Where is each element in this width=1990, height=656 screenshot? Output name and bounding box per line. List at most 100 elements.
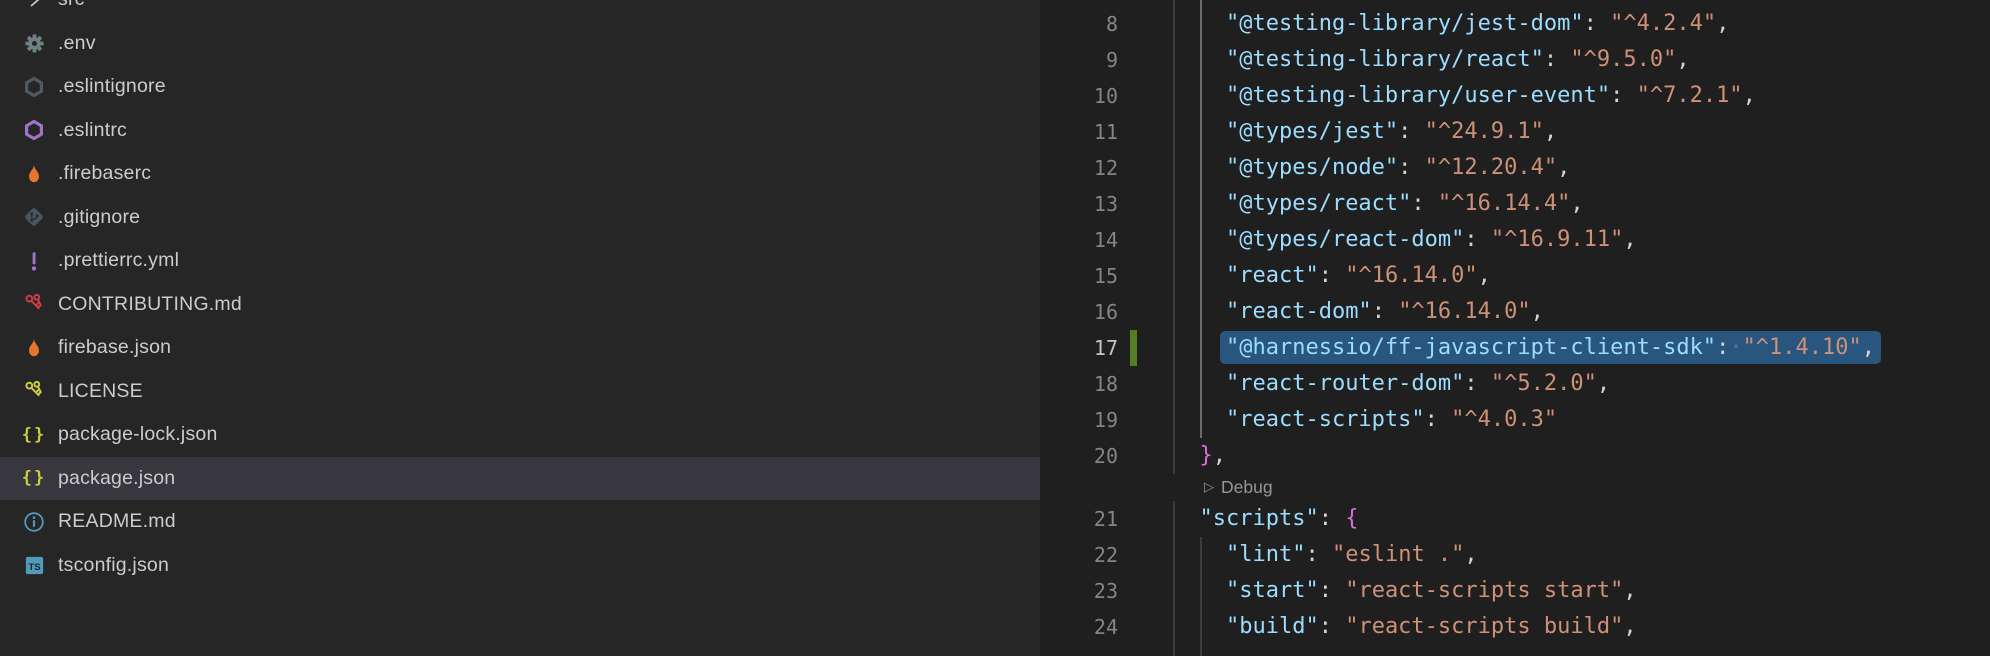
json-key: "start" <box>1226 578 1319 603</box>
file-item-contributing-md[interactable]: CONTRIBUTING.md <box>0 283 1040 327</box>
json-key: "build" <box>1226 614 1319 639</box>
file-item-prettierrc-yml[interactable]: .prettierrc.yml <box>0 239 1040 283</box>
code-line-17[interactable]: 17 "@harnessio/ff-javascript-client-sdk"… <box>1040 330 1990 366</box>
code-line-11[interactable]: 11 "@types/jest": "^24.9.1", <box>1040 114 1990 150</box>
file-item-gitignore[interactable]: .gitignore <box>0 196 1040 240</box>
line-number[interactable]: 16 <box>1040 294 1118 330</box>
code-line-15[interactable]: 15 "react": "^16.14.0", <box>1040 258 1990 294</box>
eslint-hexagon-icon <box>19 115 49 145</box>
json-braces-icon: {} <box>19 420 49 450</box>
code-line-24[interactable]: 24 "build": "react-scripts build", <box>1040 609 1990 645</box>
json-key: "@types/node" <box>1226 155 1398 180</box>
code-text: "react-dom": "^16.14.0", <box>1173 294 1544 330</box>
indent <box>1173 578 1226 603</box>
json-key: "lint" <box>1226 542 1305 567</box>
line-number[interactable]: 24 <box>1040 609 1118 645</box>
json-value: "^4.0.3" <box>1451 407 1557 432</box>
file-item-env[interactable]: .env <box>0 22 1040 66</box>
line-number[interactable]: 12 <box>1040 150 1118 186</box>
file-label: CONTRIBUTING.md <box>58 293 242 316</box>
line-number[interactable]: 9 <box>1040 42 1118 78</box>
punctuation: , <box>1716 11 1729 36</box>
indent <box>1173 299 1226 324</box>
indent <box>1173 614 1226 639</box>
punctuation: : <box>1425 407 1452 432</box>
file-item-tsconfig-json[interactable]: TS tsconfig.json <box>0 544 1040 588</box>
file-label: LICENSE <box>58 380 143 403</box>
line-number[interactable]: 19 <box>1040 402 1118 438</box>
typescript-icon: TS <box>19 550 49 580</box>
file-item-eslintrc[interactable]: .eslintrc <box>0 109 1040 153</box>
folder-label: src <box>58 0 85 11</box>
line-number[interactable]: 10 <box>1040 78 1118 114</box>
punctuation: , <box>1478 263 1491 288</box>
file-item-readme-md[interactable]: README.md <box>0 500 1040 544</box>
punctuation: : <box>1319 614 1346 639</box>
codelens-debug-link[interactable]: ▷Debug <box>1204 475 1273 499</box>
code-line-13[interactable]: 13 "@types/react": "^16.14.4", <box>1040 186 1990 222</box>
line-number[interactable]: 21 <box>1040 501 1118 537</box>
line-number[interactable]: 14 <box>1040 222 1118 258</box>
file-item-license[interactable]: LICENSE <box>0 370 1040 414</box>
play-outline-icon: ▷ <box>1204 479 1214 495</box>
punctuation: : <box>1372 299 1399 324</box>
indent <box>1173 506 1200 531</box>
code-editor[interactable]: 7 "@blueprintjs/datetime": "^3.18.6", 8 … <box>1040 0 1990 656</box>
line-number[interactable]: 13 <box>1040 186 1118 222</box>
code-line-12[interactable]: 12 "@types/node": "^12.20.4", <box>1040 150 1990 186</box>
code-line-16[interactable]: 16 "react-dom": "^16.14.0", <box>1040 294 1990 330</box>
codelens-row: ▷Debug <box>1040 474 1990 501</box>
file-item-firebase-json[interactable]: firebase.json <box>0 326 1040 370</box>
line-number[interactable]: 23 <box>1040 573 1118 609</box>
punctuation: : <box>1319 263 1346 288</box>
code-line-8[interactable]: 8 "@testing-library/jest-dom": "^4.2.4", <box>1040 6 1990 42</box>
code-line-20[interactable]: 20 }, <box>1040 438 1990 474</box>
file-item-package-lock-json[interactable]: {} package-lock.json <box>0 413 1040 457</box>
line-number[interactable]: 22 <box>1040 537 1118 573</box>
line-number[interactable]: 11 <box>1040 114 1118 150</box>
vscode-window: src .env .eslintignore .eslintrc <box>0 0 1990 656</box>
file-item-package-json[interactable]: {} package.json <box>0 457 1040 501</box>
keys-icon <box>19 289 49 319</box>
indent <box>1173 542 1226 567</box>
code-line-9[interactable]: 9 "@testing-library/react": "^9.5.0", <box>1040 42 1990 78</box>
punctuation: , <box>1544 119 1557 144</box>
git-diamond-icon <box>19 202 49 232</box>
punctuation: : <box>1398 119 1425 144</box>
indent <box>1173 47 1226 72</box>
whitespace-dot: · <box>1729 335 1742 360</box>
code-text: "scripts": { <box>1173 501 1358 537</box>
line-number[interactable]: 15 <box>1040 258 1118 294</box>
line-number-active[interactable]: 17 <box>1040 330 1118 366</box>
punctuation: : <box>1610 83 1637 108</box>
line-number[interactable]: 8 <box>1040 6 1118 42</box>
code-line-23[interactable]: 23 "start": "react-scripts start", <box>1040 573 1990 609</box>
punctuation: , <box>1623 227 1636 252</box>
punctuation: : <box>1305 542 1332 567</box>
code-line-10[interactable]: 10 "@testing-library/user-event": "^7.2.… <box>1040 78 1990 114</box>
json-value: "^4.2.4" <box>1610 11 1716 36</box>
line-number[interactable]: 18 <box>1040 366 1118 402</box>
indent <box>1173 443 1200 468</box>
code-line-22[interactable]: 22 "lint": "eslint .", <box>1040 537 1990 573</box>
code-text: "react-router-dom": "^5.2.0", <box>1173 366 1610 402</box>
code-line-21[interactable]: 21 "scripts": { <box>1040 501 1990 537</box>
file-label: .firebaserc <box>58 162 151 185</box>
json-value: "^16.14.4" <box>1438 191 1570 216</box>
file-label: firebase.json <box>58 336 171 359</box>
line-number[interactable]: 20 <box>1040 438 1118 474</box>
code-text: "@testing-library/react": "^9.5.0", <box>1173 42 1690 78</box>
file-item-firebaserc[interactable]: .firebaserc <box>0 152 1040 196</box>
punctuation: , <box>1623 578 1636 603</box>
file-item-eslintignore[interactable]: .eslintignore <box>0 65 1040 109</box>
code-line-14[interactable]: 14 "@types/react-dom": "^16.9.11", <box>1040 222 1990 258</box>
code-line-18[interactable]: 18 "react-router-dom": "^5.2.0", <box>1040 366 1990 402</box>
closing-brace: } <box>1200 443 1213 468</box>
code-line-19[interactable]: 19 "react-scripts": "^4.0.3" <box>1040 402 1990 438</box>
folder-item-src[interactable]: src <box>0 0 1040 22</box>
punctuation: : <box>1544 47 1571 72</box>
code-text: "@testing-library/jest-dom": "^4.2.4", <box>1173 6 1729 42</box>
file-label: tsconfig.json <box>58 554 169 577</box>
file-label: .gitignore <box>58 206 140 229</box>
punctuation: : <box>1398 155 1425 180</box>
